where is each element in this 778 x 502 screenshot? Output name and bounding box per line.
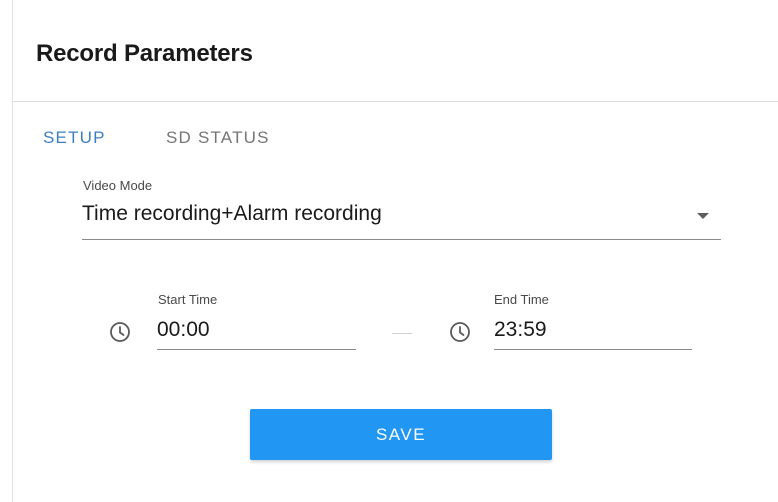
record-parameters-panel: Record Parameters SETUP SD STATUS Video … bbox=[0, 0, 778, 502]
save-button[interactable]: SAVE bbox=[250, 409, 552, 460]
tab-setup[interactable]: SETUP bbox=[43, 128, 106, 148]
clock-icon[interactable] bbox=[109, 321, 131, 343]
start-time-label: Start Time bbox=[158, 292, 218, 307]
start-time-underline bbox=[157, 349, 356, 350]
video-mode-underline bbox=[82, 239, 721, 240]
panel-left-border bbox=[12, 0, 13, 502]
tab-sd-status[interactable]: SD STATUS bbox=[166, 128, 270, 148]
start-time-input[interactable]: 00:00 bbox=[157, 318, 210, 342]
end-time-input[interactable]: 23:59 bbox=[494, 318, 547, 342]
clock-icon[interactable] bbox=[449, 321, 471, 343]
time-range-separator bbox=[392, 333, 412, 334]
chevron-down-icon[interactable] bbox=[697, 213, 709, 219]
page-title: Record Parameters bbox=[36, 40, 253, 67]
end-time-underline bbox=[494, 349, 692, 350]
header-divider bbox=[13, 101, 778, 102]
video-mode-select[interactable]: Time recording+Alarm recording bbox=[82, 202, 682, 226]
video-mode-label: Video Mode bbox=[83, 178, 153, 193]
end-time-label: End Time bbox=[494, 292, 549, 307]
